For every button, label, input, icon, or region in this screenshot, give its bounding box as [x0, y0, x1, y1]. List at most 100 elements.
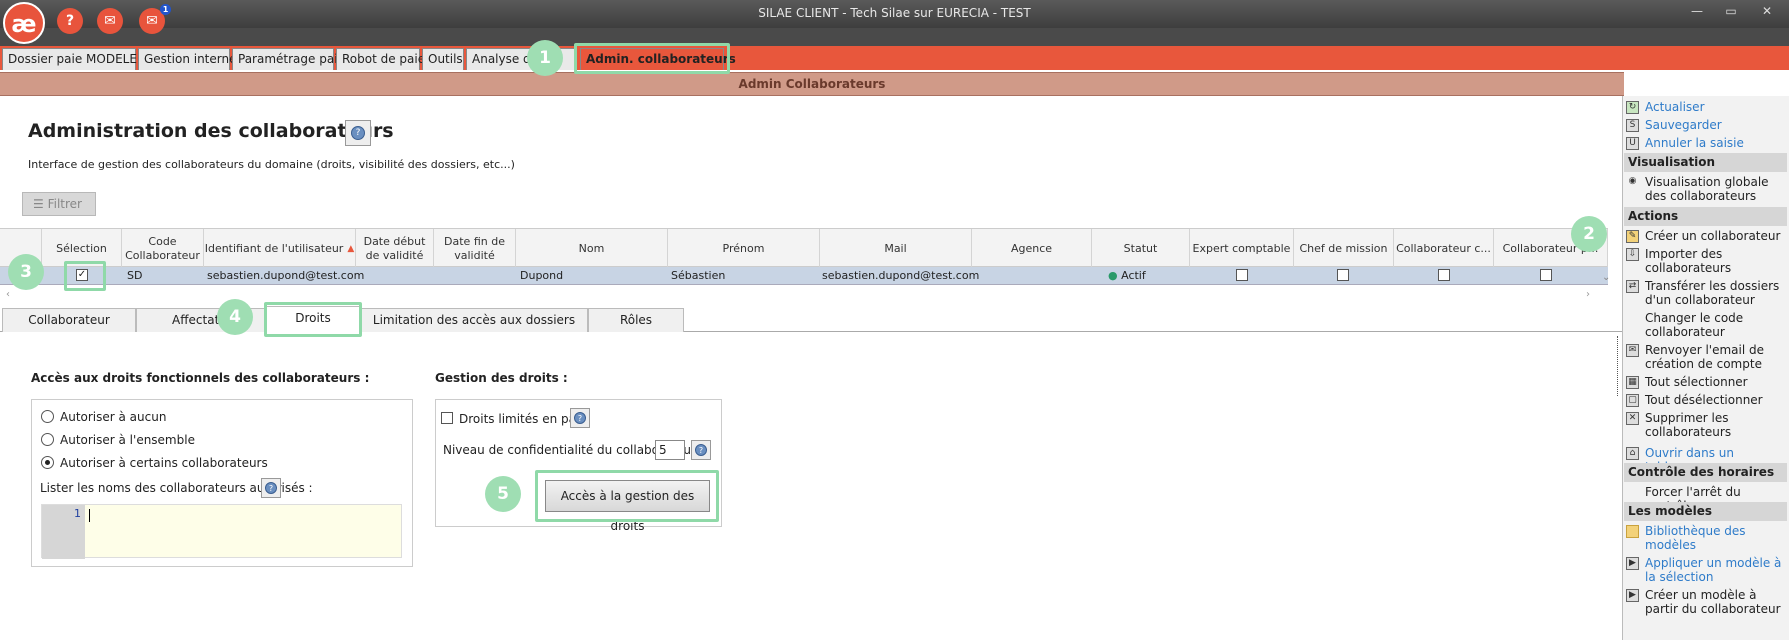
cell-mail: sebastien.dupond@test.com	[822, 269, 980, 282]
cell-identifiant: sebastien.dupond@test.com	[207, 269, 365, 282]
notification-badge: 1	[160, 4, 171, 15]
tab-gestion-interne[interactable]: Gestion interne	[138, 48, 236, 70]
app-logo-icon[interactable]: æ	[3, 2, 45, 44]
tab-collaborateur[interactable]: Collaborateur	[2, 308, 136, 332]
left-section-title: Accès aux droits fonctionnels des collab…	[31, 371, 370, 385]
play-icon: ▶	[1626, 557, 1639, 570]
deselect-all-icon: ▢	[1626, 394, 1639, 407]
grid-col-mail[interactable]: Mail	[820, 229, 972, 268]
grid-col-identifiant-label: Identifiant de l'utilisateur	[204, 241, 344, 255]
radio-all-label: Autoriser à l'ensemble	[60, 433, 195, 447]
radio-all[interactable]	[41, 433, 54, 446]
mail-icon: ✉	[1626, 344, 1639, 357]
import-icon: ⇩	[1626, 248, 1639, 261]
limited-rights-checkbox[interactable]	[441, 412, 453, 424]
refresh-icon: ↻	[1626, 101, 1639, 114]
tab-limitation-acces[interactable]: Limitation des accès aux dossiers	[360, 308, 588, 332]
close-icon[interactable]: ✕	[1756, 4, 1778, 22]
grid-col-chef[interactable]: Chef de mission	[1294, 229, 1394, 268]
cell-statut-label: Actif	[1121, 269, 1146, 282]
panel-splitter[interactable]	[1617, 336, 1621, 396]
list-help-button[interactable]: ?	[261, 478, 281, 498]
section-header: Admin Collaborateurs	[0, 72, 1624, 96]
section-actions: Actions	[1624, 207, 1787, 226]
help-icon: ?	[574, 412, 586, 424]
highlight-selection-checkbox	[64, 261, 106, 291]
tab-robot-de-paie[interactable]: Robot de paie	[336, 48, 425, 70]
title-bar: æ ? ✉ ✉ 1 SILAE CLIENT - Tech Silae sur E…	[0, 0, 1789, 44]
page-help-button[interactable]: ?	[345, 120, 371, 146]
step-marker-4: 4	[217, 299, 253, 335]
confidentiality-input[interactable]: 5	[655, 440, 685, 460]
main-tab-strip: Dossier paie MODELE10 Gestion interne Pa…	[0, 46, 1789, 70]
limited-help-button[interactable]: ?	[570, 408, 590, 428]
save-icon: S	[1626, 119, 1639, 132]
grid-col-identifiant[interactable]: Identifiant de l'utilisateur ▲	[204, 229, 356, 268]
cell-code: SD	[127, 269, 143, 282]
tab-outils[interactable]: Outils	[422, 48, 464, 70]
section-modeles: Les modèles	[1624, 502, 1787, 521]
minimize-icon[interactable]: —	[1686, 4, 1708, 22]
grid-col-collab-c[interactable]: Collaborateur c...	[1394, 229, 1494, 268]
help-icon: ?	[265, 482, 277, 494]
grid-col-nom[interactable]: Nom	[516, 229, 668, 268]
toolbar-strip	[0, 28, 1789, 46]
chat-icon[interactable]: ✉	[97, 8, 123, 34]
notification-icon[interactable]: ✉ 1	[139, 4, 171, 34]
help-icon: ?	[695, 444, 707, 456]
editor-caret	[89, 509, 90, 522]
filter-button[interactable]: ☰ Filtrer	[22, 192, 96, 216]
help-icon[interactable]: ?	[57, 8, 83, 34]
select-all-icon: ▦	[1626, 376, 1639, 389]
pencil-icon: ✎	[1626, 230, 1639, 243]
grid-col-expert[interactable]: Expert comptable	[1190, 229, 1294, 268]
cell-expert-checkbox[interactable]	[1236, 269, 1248, 281]
grid-col-date-fin[interactable]: Date fin de validité	[434, 229, 516, 268]
cell-nom: Dupond	[520, 269, 564, 282]
tab-parametrage-paie[interactable]: Paramétrage paie	[232, 48, 345, 70]
page-subtitle: Interface de gestion des collaborateurs …	[28, 158, 515, 171]
grid-col-statut[interactable]: Statut	[1092, 229, 1190, 268]
spreadsheet-icon: ⌂	[1626, 447, 1639, 460]
sort-asc-icon: ▲	[347, 243, 355, 254]
cell-prenom: Sébastien	[671, 269, 726, 282]
undo-icon: U	[1626, 137, 1639, 150]
highlight-admin-tab	[574, 43, 730, 74]
radio-none[interactable]	[41, 410, 54, 423]
authorized-names-editor[interactable]: 1	[41, 504, 402, 559]
grid-col-date-debut[interactable]: Date début de validité	[356, 229, 434, 268]
cell-chef-checkbox[interactable]	[1337, 269, 1349, 281]
radio-some-label: Autoriser à certains collaborateurs	[60, 456, 268, 470]
cell-statut: ● Actif	[1108, 269, 1146, 282]
window-title: SILAE CLIENT - Tech Silae sur EURECIA - …	[758, 6, 1031, 20]
eye-icon: ◉	[1628, 176, 1637, 186]
horizontal-scrollbar[interactable]: ‹ ›	[0, 289, 1608, 300]
right-section-title: Gestion des droits :	[435, 371, 568, 385]
highlight-droits-tab	[264, 302, 362, 337]
maximize-icon[interactable]: ▭	[1720, 4, 1742, 22]
confidentiality-help-button[interactable]: ?	[691, 440, 711, 460]
step-marker-2: 2	[1571, 216, 1607, 252]
grid-col-code[interactable]: Code Collaborateur	[122, 229, 204, 268]
table-row[interactable]: ✓ SD sebastien.dupond@test.com Dupond Sé…	[0, 267, 1608, 285]
grid-col-agence[interactable]: Agence	[972, 229, 1092, 268]
cell-collab-c-checkbox[interactable]	[1438, 269, 1450, 281]
scroll-left-icon[interactable]: ‹	[6, 289, 10, 300]
scroll-right-icon[interactable]: ›	[1586, 289, 1590, 300]
grid-header: Sélection Code Collaborateur Identifiant…	[0, 228, 1608, 268]
editor-line-number: 1	[42, 505, 85, 559]
page-title: Administration des collaborateurs	[28, 120, 394, 142]
transfer-icon: ⇄	[1626, 280, 1639, 293]
help-icon: ?	[351, 126, 365, 140]
grid-col-prenom[interactable]: Prénom	[668, 229, 820, 268]
cell-collab-p-checkbox[interactable]	[1540, 269, 1552, 281]
section-visualisation: Visualisation	[1624, 153, 1787, 172]
tab-dossier-paie[interactable]: Dossier paie MODELE10	[2, 48, 152, 70]
radio-some[interactable]	[41, 456, 54, 469]
scroll-down-icon[interactable]: ⌄	[1602, 272, 1610, 283]
tab-roles[interactable]: Rôles	[588, 308, 684, 332]
step-marker-5: 5	[485, 476, 521, 512]
highlight-access-button	[535, 470, 719, 522]
step-marker-3: 3	[8, 254, 44, 290]
section-controle-horaires: Contrôle des horaires	[1624, 463, 1787, 482]
